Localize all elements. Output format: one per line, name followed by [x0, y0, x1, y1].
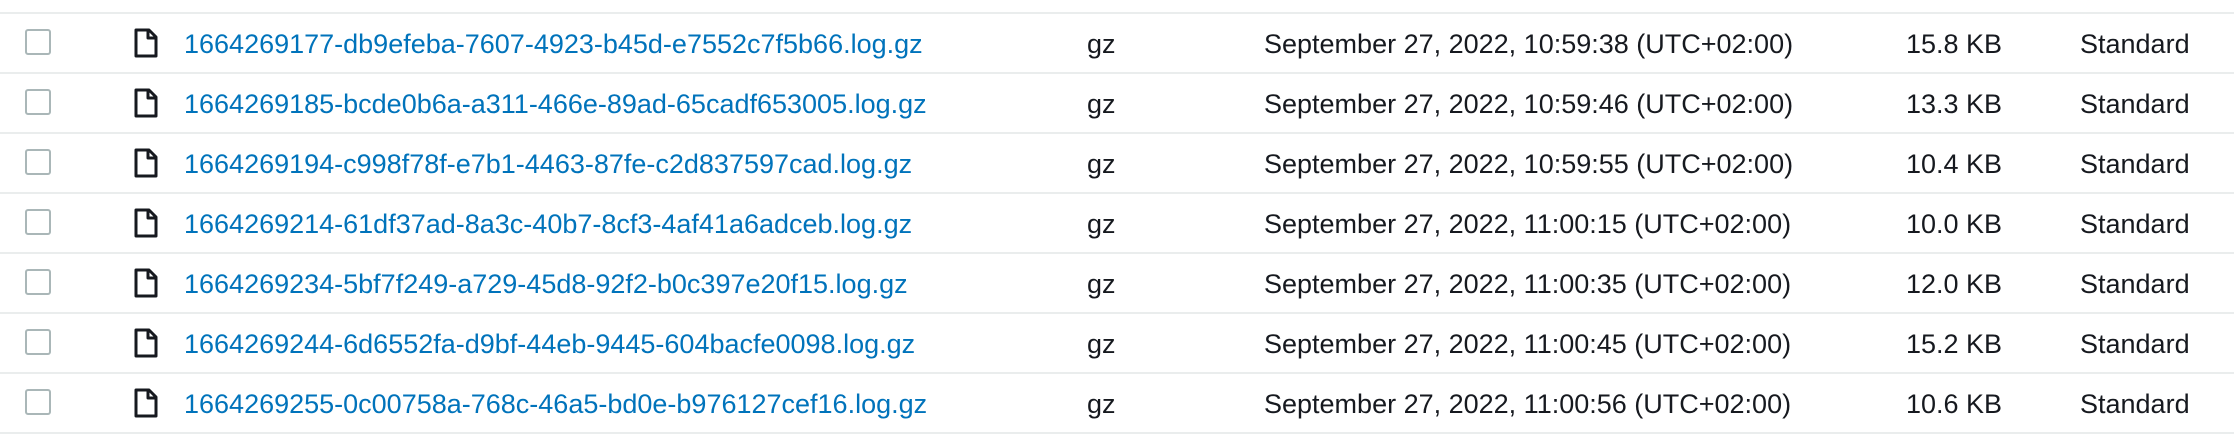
object-size: 10.6 KB — [1906, 389, 2003, 419]
row-select-checkbox[interactable] — [25, 149, 51, 175]
object-last-modified: September 27, 2022, 11:00:45 (UTC+02:00) — [1264, 329, 1792, 359]
object-storage-class: Standard — [2080, 29, 2190, 59]
object-last-modified: September 27, 2022, 10:59:38 (UTC+02:00) — [1264, 29, 1794, 59]
table-row: 1664269234-5bf7f249-a729-45d8-92f2-b0c39… — [0, 254, 2234, 314]
object-name-link[interactable]: 1664269244-6d6552fa-d9bf-44eb-9445-604ba… — [184, 328, 915, 360]
object-name-link[interactable]: 1664269255-0c00758a-768c-46a5-bd0e-b9761… — [184, 388, 927, 420]
row-select-checkbox[interactable] — [25, 89, 51, 115]
file-icon — [133, 28, 159, 58]
object-type: gz — [1087, 269, 1116, 299]
object-storage-class: Standard — [2080, 89, 2190, 119]
object-storage-class: Standard — [2080, 269, 2190, 299]
object-last-modified: September 27, 2022, 10:59:46 (UTC+02:00) — [1264, 89, 1794, 119]
object-type: gz — [1087, 389, 1116, 419]
object-name-link[interactable]: 1664269234-5bf7f249-a729-45d8-92f2-b0c39… — [184, 268, 908, 300]
object-type: gz — [1087, 29, 1116, 59]
row-select-checkbox[interactable] — [25, 29, 51, 55]
file-icon — [133, 208, 159, 238]
object-name-link[interactable]: 1664269185-bcde0b6a-a311-466e-89ad-65cad… — [184, 88, 927, 120]
object-size: 13.3 KB — [1906, 89, 2003, 119]
object-last-modified: September 27, 2022, 11:00:15 (UTC+02:00) — [1264, 209, 1792, 239]
object-size: 15.8 KB — [1906, 29, 2003, 59]
row-select-checkbox[interactable] — [25, 329, 51, 355]
object-last-modified: September 27, 2022, 10:59:55 (UTC+02:00) — [1264, 149, 1794, 179]
object-name-link[interactable]: 1664269177-db9efeba-7607-4923-b45d-e7552… — [184, 28, 923, 60]
object-size: 10.0 KB — [1906, 209, 2003, 239]
file-icon — [133, 268, 159, 298]
table-row: 1664269194-c998f78f-e7b1-4463-87fe-c2d83… — [0, 134, 2234, 194]
file-icon — [133, 148, 159, 178]
file-icon — [133, 328, 159, 358]
object-storage-class: Standard — [2080, 149, 2190, 179]
object-storage-class: Standard — [2080, 329, 2190, 359]
table-row: 1664269244-6d6552fa-d9bf-44eb-9445-604ba… — [0, 314, 2234, 374]
row-select-checkbox[interactable] — [25, 269, 51, 295]
objects-table: 1664269177-db9efeba-7607-4923-b45d-e7552… — [0, 0, 2234, 440]
object-last-modified: September 27, 2022, 11:00:35 (UTC+02:00) — [1264, 269, 1792, 299]
row-select-checkbox[interactable] — [25, 209, 51, 235]
object-name-link[interactable]: 1664269194-c998f78f-e7b1-4463-87fe-c2d83… — [184, 148, 912, 180]
object-size: 12.0 KB — [1906, 269, 2003, 299]
object-size: 10.4 KB — [1906, 149, 2003, 179]
table-row: 1664269214-61df37ad-8a3c-40b7-8cf3-4af41… — [0, 194, 2234, 254]
object-last-modified: September 27, 2022, 11:00:56 (UTC+02:00) — [1264, 389, 1792, 419]
object-type: gz — [1087, 89, 1116, 119]
file-icon — [133, 388, 159, 418]
object-type: gz — [1087, 149, 1116, 179]
row-select-checkbox[interactable] — [25, 389, 51, 415]
object-name-link[interactable]: 1664269214-61df37ad-8a3c-40b7-8cf3-4af41… — [184, 208, 912, 240]
table-row: 1664269255-0c00758a-768c-46a5-bd0e-b9761… — [0, 374, 2234, 434]
object-size: 15.2 KB — [1906, 329, 2003, 359]
table-row: 1664269177-db9efeba-7607-4923-b45d-e7552… — [0, 14, 2234, 74]
file-icon — [133, 88, 159, 118]
object-type: gz — [1087, 329, 1116, 359]
object-storage-class: Standard — [2080, 209, 2190, 239]
object-storage-class: Standard — [2080, 389, 2190, 419]
object-type: gz — [1087, 209, 1116, 239]
table-row: 1664269185-bcde0b6a-a311-466e-89ad-65cad… — [0, 74, 2234, 134]
